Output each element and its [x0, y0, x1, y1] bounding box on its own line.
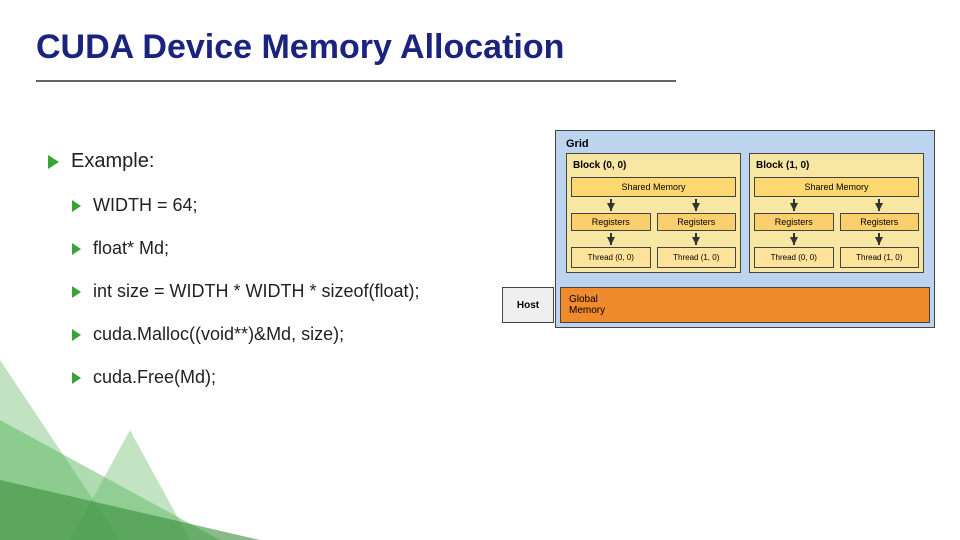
thread-box: Thread (0, 0): [754, 247, 834, 268]
registers-box: Registers: [754, 213, 834, 231]
registers-row: Registers Registers: [754, 213, 919, 231]
blocks-row: Block (0, 0) Shared Memory Registers Reg…: [560, 153, 930, 279]
global-memory-label: Global Memory: [569, 294, 921, 316]
bullet-sub: WIDTH = 64;: [72, 195, 508, 216]
threads-row: Thread (0, 0) Thread (1, 0): [754, 247, 919, 268]
bullet-icon: [72, 200, 81, 212]
registers-row: Registers Registers: [571, 213, 736, 231]
arrow-down-icon: [607, 203, 615, 211]
block-label: Block (1, 0): [754, 158, 919, 177]
arrow-down-icon: [692, 203, 700, 211]
triangle-icon: [0, 420, 220, 540]
bullet-sub-text: WIDTH = 64;: [93, 195, 198, 216]
block-label: Block (0, 0): [571, 158, 736, 177]
block-0-0: Block (0, 0) Shared Memory Registers Reg…: [566, 153, 741, 273]
thread-box: Thread (1, 0): [840, 247, 920, 268]
bullet-icon: [72, 243, 81, 255]
title-underline: [36, 80, 676, 82]
shared-memory: Shared Memory: [571, 177, 736, 197]
thread-box: Thread (0, 0): [571, 247, 651, 268]
arrow-down-icon: [875, 203, 883, 211]
bullet-icon: [72, 329, 81, 341]
arrow-down-icon: [875, 237, 883, 245]
bullet-sub: cuda.Free(Md);: [72, 367, 508, 388]
bullet-sub: int size = WIDTH * WIDTH * sizeof(float)…: [72, 281, 508, 302]
global-memory: Global Memory: [560, 287, 930, 323]
bullet-icon: [48, 155, 59, 169]
bullet-sub-text: float* Md;: [93, 238, 169, 259]
threads-row: Thread (0, 0) Thread (1, 0): [571, 247, 736, 268]
triangle-icon: [0, 480, 260, 540]
bullet-sub: float* Md;: [72, 238, 508, 259]
registers-box: Registers: [571, 213, 651, 231]
host-box: Host: [502, 287, 554, 323]
triangle-icon: [70, 430, 190, 540]
arrow-down-icon: [790, 237, 798, 245]
slide: CUDA Device Memory Allocation Example: W…: [0, 0, 960, 540]
arrow-down-icon: [607, 237, 615, 245]
registers-box: Registers: [657, 213, 737, 231]
bullet-sub-text: int size = WIDTH * WIDTH * sizeof(float)…: [93, 281, 420, 302]
bullet-icon: [72, 372, 81, 384]
arrow-down-icon: [790, 203, 798, 211]
bullet-sub-text: cuda.Free(Md);: [93, 367, 216, 388]
bullet-main: Example:: [48, 150, 508, 173]
bullet-icon: [72, 286, 81, 298]
memory-diagram: Grid Block (0, 0) Shared Memory Register…: [555, 130, 935, 328]
registers-box: Registers: [840, 213, 920, 231]
bullet-main-text: Example:: [71, 150, 154, 173]
slide-title: CUDA Device Memory Allocation: [36, 28, 564, 67]
global-memory-row: Host Global Memory: [502, 287, 930, 323]
shared-memory: Shared Memory: [754, 177, 919, 197]
bullet-sub-text: cuda.Malloc((void**)&Md, size);: [93, 324, 344, 345]
grid-label: Grid: [560, 135, 930, 153]
bullet-list: Example: WIDTH = 64; float* Md; int size…: [48, 150, 508, 410]
grid-box: Grid Block (0, 0) Shared Memory Register…: [555, 130, 935, 328]
bullet-sub: cuda.Malloc((void**)&Md, size);: [72, 324, 508, 345]
block-1-0: Block (1, 0) Shared Memory Registers Reg…: [749, 153, 924, 273]
thread-box: Thread (1, 0): [657, 247, 737, 268]
arrow-down-icon: [692, 237, 700, 245]
